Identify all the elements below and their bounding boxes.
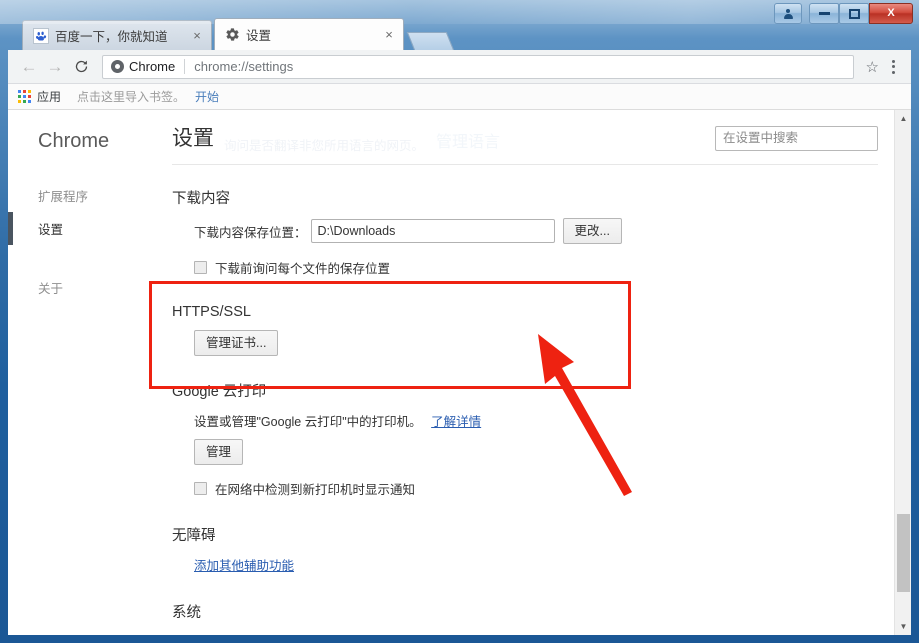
window-controls: X: [774, 3, 913, 24]
chrome-menu-button[interactable]: [883, 59, 903, 74]
minimize-icon: [818, 12, 830, 15]
download-location-label: 下载内容保存位置：: [194, 225, 307, 240]
sidebar-item-extensions[interactable]: 扩展程序: [8, 179, 158, 212]
section-title-downloads: 下载内容: [172, 191, 230, 207]
https-ssl-body: 管理证书...: [172, 330, 894, 356]
cloud-print-description: 设置或管理"Google 云打印"中的打印机。: [194, 415, 422, 429]
tab-close-icon[interactable]: ×: [189, 28, 205, 43]
section-system: 系统 关闭 Google Chrome 后继续运行后台应用: [172, 601, 894, 635]
vertical-scrollbar[interactable]: ▲ ▼: [894, 110, 911, 635]
star-glyph: ☆: [865, 58, 879, 76]
scroll-up-arrow-icon[interactable]: ▲: [895, 110, 911, 127]
tab-settings[interactable]: 设置 ×: [214, 18, 404, 50]
section-https-ssl: HTTPS/SSL 管理证书...: [172, 304, 894, 356]
baidu-paw-icon: [33, 27, 49, 44]
omnibox-url: chrome://settings: [194, 59, 294, 74]
notify-new-printers-label: 在网络中检测到新打印机时显示通知: [215, 483, 416, 497]
sidebar-item-label: 关于: [38, 282, 64, 296]
cloud-print-learn-more-link[interactable]: 了解详情: [431, 415, 481, 429]
tab-close-icon[interactable]: ×: [381, 27, 397, 42]
notify-new-printers-row[interactable]: 在网络中检测到新打印机时显示通知: [194, 479, 894, 498]
title-bar: X 百度一下，你就知道 × 设置 ×: [0, 0, 919, 58]
downloads-body: 下载内容保存位置： D:\Downloads 更改... 下载前询问每个文件的保…: [172, 218, 894, 277]
tab-baidu[interactable]: 百度一下，你就知道 ×: [22, 20, 212, 50]
cloud-print-body: 设置或管理"Google 云打印"中的打印机。 了解详情 管理 在网络中检测到新…: [172, 411, 894, 498]
tab-title: 百度一下，你就知道: [55, 30, 168, 44]
apps-grid-icon: [18, 90, 31, 103]
menu-dot: [891, 65, 895, 68]
back-arrow-icon: ←: [20, 56, 38, 76]
minimize-button[interactable]: [809, 3, 839, 24]
section-accessibility: 无障碍 添加其他辅助功能: [172, 524, 894, 575]
settings-header: 设置 询问是否翻译非您所用语言的网页。 管理语言 在设置中搜索: [172, 126, 878, 165]
omnibox-badge-label: Chrome: [129, 59, 176, 74]
tab-strip: 百度一下，你就知道 × 设置 ×: [8, 14, 759, 58]
settings-main-panel: 设置 询问是否翻译非您所用语言的网页。 管理语言 在设置中搜索 下载内容 下载内…: [158, 110, 894, 635]
site-identity: Chrome: [111, 59, 175, 74]
background-apps-row[interactable]: 关闭 Google Chrome 后继续运行后台应用: [194, 632, 894, 635]
section-downloads: 下载内容 下载内容保存位置： D:\Downloads 更改... 下载前询问每…: [172, 187, 894, 277]
forward-button[interactable]: →: [42, 54, 68, 80]
close-icon: X: [887, 7, 895, 19]
accessibility-body: 添加其他辅助功能: [172, 555, 894, 575]
back-button[interactable]: ←: [16, 54, 42, 80]
manage-certificates-button[interactable]: 管理证书...: [194, 330, 279, 356]
sidebar-item-settings[interactable]: 设置: [8, 212, 158, 245]
close-button[interactable]: X: [869, 3, 913, 24]
background-apps-label: 关闭 Google Chrome 后继续运行后台应用: [215, 632, 448, 635]
cloud-print-description-row: 设置或管理"Google 云打印"中的打印机。 了解详情: [194, 411, 894, 430]
download-location-input[interactable]: D:\Downloads: [310, 219, 555, 243]
settings-sidebar: Chrome 扩展程序 设置 关于: [8, 110, 158, 635]
section-title-https-ssl: HTTPS/SSL: [172, 304, 251, 320]
maximize-button[interactable]: [839, 3, 869, 24]
chrome-logo-icon: [111, 60, 124, 73]
scrollbar-thumb[interactable]: [897, 514, 910, 592]
menu-dot: [891, 59, 895, 63]
menu-dot: [891, 70, 895, 74]
notify-new-printers-checkbox[interactable]: [194, 482, 207, 495]
browser-window: X 百度一下，你就知道 × 设置 × ← → Chrome chrome://s…: [0, 0, 919, 643]
sidebar-item-about[interactable]: 关于: [8, 271, 158, 304]
ask-before-download-checkbox[interactable]: [194, 261, 207, 274]
search-settings-input[interactable]: 在设置中搜索: [715, 126, 878, 151]
sidebar-item-label: 扩展程序: [38, 190, 89, 204]
section-title-accessibility: 无障碍: [172, 528, 216, 544]
section-title-cloud-print: Google 云打印: [172, 384, 267, 400]
bookmark-import-hint: 点击这里导入书签。: [77, 90, 186, 104]
sidebar-item-label: 设置: [38, 223, 64, 237]
maximize-icon: [848, 8, 860, 19]
gear-icon: [226, 28, 239, 41]
browser-toolbar: ← → Chrome chrome://settings ☆: [8, 50, 911, 84]
system-body: 关闭 Google Chrome 后继续运行后台应用: [172, 632, 894, 635]
add-accessibility-features-link[interactable]: 添加其他辅助功能: [194, 559, 294, 573]
download-location-row: 下载内容保存位置： D:\Downloads 更改...: [194, 218, 894, 244]
section-cloud-print: Google 云打印 设置或管理"Google 云打印"中的打印机。 了解详情 …: [172, 380, 894, 498]
ask-before-download-label: 下载前询问每个文件的保存位置: [215, 262, 391, 276]
section-title-system: 系统: [172, 605, 201, 621]
bookmark-apps-label[interactable]: 应用: [37, 88, 61, 105]
user-account-button[interactable]: [774, 3, 802, 24]
bookmarks-bar: 应用 点击这里导入书签。 开始: [8, 84, 911, 110]
reload-button[interactable]: [68, 54, 94, 80]
bookmark-star-icon[interactable]: ☆: [866, 58, 879, 76]
tab-title: 设置: [246, 29, 272, 43]
manage-cloud-print-button[interactable]: 管理: [194, 439, 244, 465]
chrome-brand-label: Chrome: [38, 130, 110, 152]
person-icon: [783, 8, 793, 19]
address-bar[interactable]: Chrome chrome://settings: [102, 54, 854, 79]
ghost-manage-languages-link: 管理语言: [436, 134, 501, 151]
settings-page: Chrome 扩展程序 设置 关于 设置 询问是否翻译非您所用语言的网页。 管理…: [8, 110, 911, 635]
page-title: 设置: [172, 127, 214, 150]
change-download-location-button[interactable]: 更改...: [562, 218, 622, 244]
reload-icon: [75, 60, 87, 73]
bookmark-start-link[interactable]: 开始: [195, 88, 219, 105]
ask-before-download-row[interactable]: 下载前询问每个文件的保存位置: [194, 258, 894, 277]
scroll-down-arrow-icon[interactable]: ▼: [895, 618, 911, 635]
ghost-translate-text: 询问是否翻译非您所用语言的网页。: [224, 139, 425, 153]
forward-arrow-icon: →: [46, 56, 64, 76]
omnibox-divider: [184, 59, 186, 74]
